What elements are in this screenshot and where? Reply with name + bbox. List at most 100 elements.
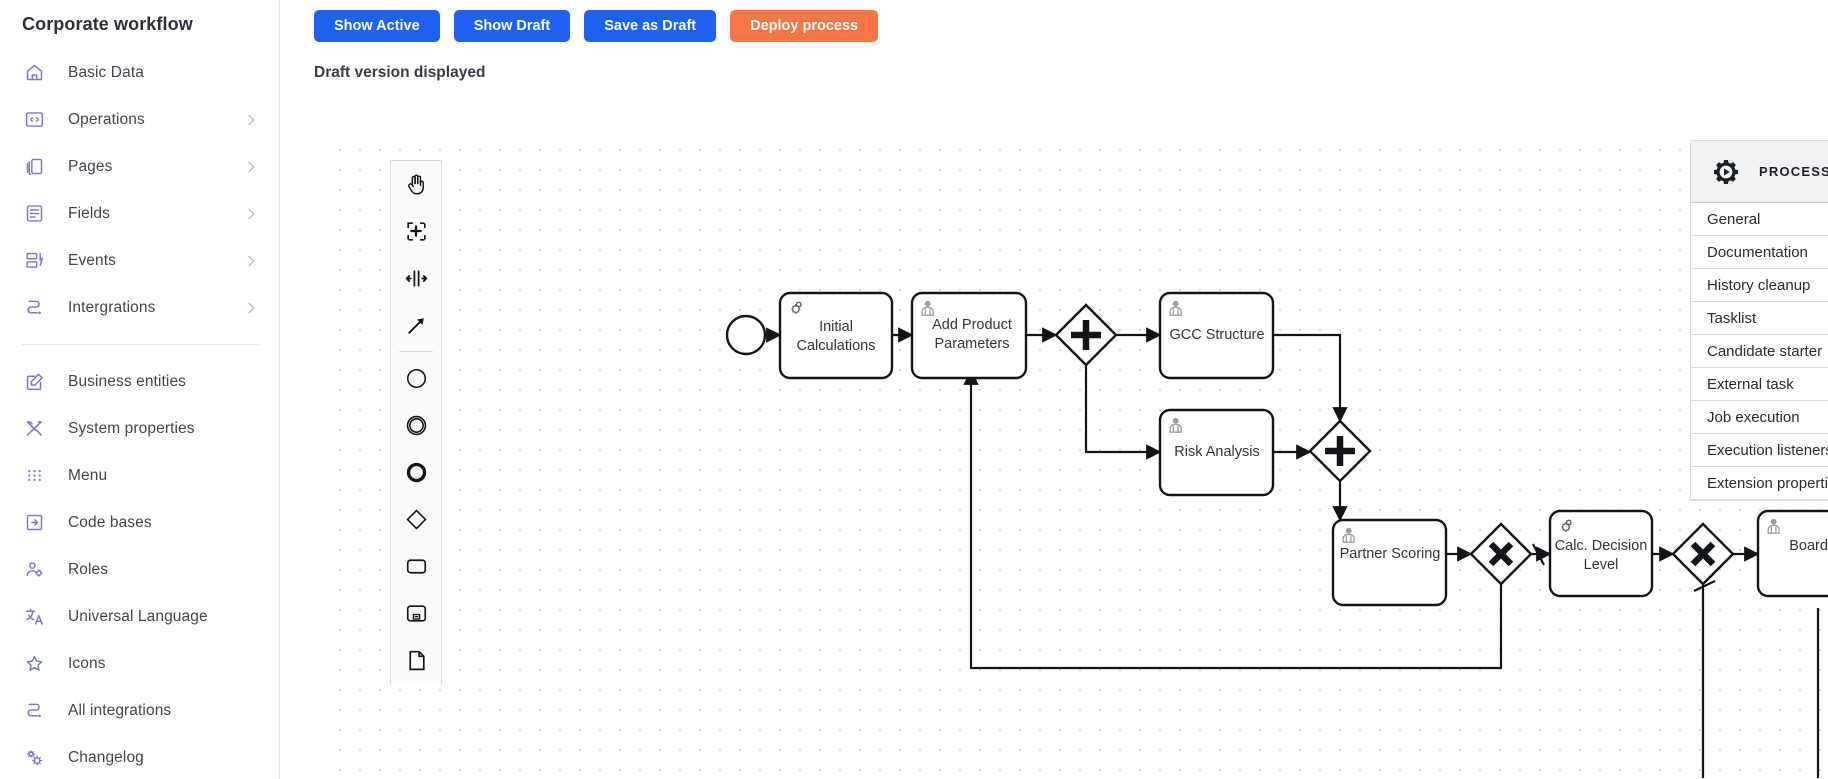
property-row-label: Job execution [1707, 408, 1800, 426]
sidebar-item-operations[interactable]: Operations [0, 96, 279, 143]
integration-icon [22, 296, 46, 320]
bpmn-node-start-event[interactable] [725, 314, 767, 356]
tools-icon [22, 417, 46, 441]
property-row-external-task[interactable]: External task [1691, 368, 1828, 401]
node-label: Calculations [797, 338, 876, 354]
property-row-label: History cleanup [1707, 276, 1811, 294]
properties-panel-title: PROCESS [1759, 164, 1828, 179]
sidebar-item-menu[interactable]: Menu [0, 452, 279, 499]
sidebar-item-label: Roles [68, 560, 109, 578]
integration-icon [22, 699, 46, 723]
bpmn-node-exclusive-gateway-2[interactable] [1671, 522, 1735, 586]
bpmn-node-parallel-gateway-join[interactable] [1308, 419, 1372, 483]
property-row-candidate-starter[interactable]: Candidate starter [1691, 335, 1828, 368]
connect-tool-icon[interactable] [391, 302, 441, 349]
app-root: Corporate workflow Basic Data Operations… [0, 0, 1828, 779]
bpmn-canvas[interactable]: Initial Calculations Add Product Paramet… [328, 138, 1828, 779]
save-as-draft-button[interactable]: Save as Draft [584, 10, 717, 42]
chevron-right-icon [243, 159, 259, 175]
sidebar-item-label: Icons [68, 654, 106, 672]
subprocess-icon[interactable] [391, 590, 441, 637]
bpmn-node-exclusive-gateway-1[interactable] [1469, 522, 1533, 586]
sidebar-item-label: Operations [68, 110, 145, 128]
node-label: Add Product [932, 317, 1012, 333]
sidebar-item-changelog[interactable]: Changelog [0, 734, 279, 779]
property-row-label: External task [1707, 375, 1794, 393]
node-label: Board A [1789, 538, 1828, 554]
events-icon [22, 249, 46, 273]
show-active-button[interactable]: Show Active [314, 10, 440, 42]
sidebar-item-label: Changelog [68, 748, 144, 766]
main-area: Show Active Show Draft Save as Draft Dep… [280, 0, 1828, 779]
property-row-documentation[interactable]: Documentation [1691, 236, 1828, 269]
sidebar-item-intergrations[interactable]: Intergrations [0, 284, 279, 331]
sidebar-item-label: Menu [68, 466, 108, 484]
property-row-history-cleanup[interactable]: History cleanup [1691, 269, 1828, 302]
node-label: Level [1584, 557, 1619, 573]
task-icon[interactable] [391, 543, 441, 590]
sidebar-item-basic-data[interactable]: Basic Data [0, 49, 279, 96]
property-row-tasklist[interactable]: Tasklist [1691, 302, 1828, 335]
edit-square-icon [22, 370, 46, 394]
chevron-right-icon [243, 112, 259, 128]
sidebar-item-system-properties[interactable]: System properties [0, 405, 279, 452]
sidebar-item-code-bases[interactable]: Code bases [0, 499, 279, 546]
property-row-label: General [1707, 210, 1761, 228]
show-draft-button[interactable]: Show Draft [453, 10, 571, 42]
flow-gwsplit-risk [1084, 365, 1162, 460]
chevron-right-icon [243, 206, 259, 222]
bpmn-diagram[interactable]: Initial Calculations Add Product Paramet… [328, 138, 1828, 778]
bpmn-node-parallel-gateway-split[interactable] [1054, 303, 1118, 367]
property-row-label: Execution listeners [1707, 441, 1828, 459]
sequence-flows [765, 327, 1820, 778]
sidebar-item-universal-language[interactable]: Universal Language [0, 593, 279, 640]
sidebar-item-events[interactable]: Events [0, 237, 279, 284]
sidebar-item-label: Code bases [68, 513, 152, 531]
property-row-job-execution[interactable]: Job execution [1691, 401, 1828, 434]
properties-panel: PROCESS General Documentation History cl… [1690, 140, 1828, 501]
sidebar-item-label: Fields [68, 204, 110, 222]
sidebar: Corporate workflow Basic Data Operations… [0, 0, 280, 779]
sidebar-item-pages[interactable]: Pages [0, 143, 279, 190]
space-tool-icon[interactable] [391, 255, 441, 302]
intermediate-event-icon[interactable] [391, 402, 441, 449]
sidebar-item-label: Intergrations [68, 298, 156, 316]
process-gear-icon [1711, 157, 1741, 187]
property-row-extension-properties[interactable]: Extension properties + [1691, 467, 1828, 500]
sidebar-item-business-entities[interactable]: Business entities [0, 358, 279, 405]
flow-gcc-gwjoin [1273, 333, 1348, 423]
gears-icon [22, 746, 46, 770]
sidebar-item-label: System properties [68, 419, 195, 437]
hand-tool-icon[interactable] [391, 161, 441, 208]
bpmn-node-gcc-structure[interactable]: GCC Structure [1158, 291, 1275, 380]
sidebar-item-icons[interactable]: Icons [0, 640, 279, 687]
status-text: Draft version displayed [314, 64, 486, 81]
bpmn-node-initial-calculations[interactable]: Initial Calculations [778, 291, 894, 380]
sidebar-item-label: Business entities [68, 372, 187, 390]
bpmn-node-board-a[interactable]: Board A [1756, 509, 1828, 598]
gateway-icon[interactable] [391, 496, 441, 543]
sidebar-item-roles[interactable]: Roles [0, 546, 279, 593]
bpmn-node-calc-decision-level[interactable]: Calc. Decision Level [1548, 509, 1654, 598]
data-object-icon[interactable] [391, 637, 441, 684]
start-event-icon[interactable] [391, 355, 441, 402]
lasso-tool-icon[interactable] [391, 208, 441, 255]
sidebar-item-fields[interactable]: Fields [0, 190, 279, 237]
properties-panel-header: PROCESS [1691, 141, 1828, 203]
property-row-execution-listeners[interactable]: Execution listeners + [1691, 434, 1828, 467]
code-icon [22, 108, 46, 132]
property-row-general[interactable]: General [1691, 203, 1828, 236]
bpmn-node-risk-analysis[interactable]: Risk Analysis [1158, 408, 1275, 497]
node-label: GCC Structure [1169, 327, 1264, 343]
deploy-process-button[interactable]: Deploy process [730, 10, 879, 42]
translate-icon [22, 605, 46, 629]
chevron-right-icon [243, 253, 259, 269]
code-base-icon [22, 511, 46, 535]
sidebar-title: Corporate workflow [22, 14, 193, 34]
end-event-icon[interactable] [391, 449, 441, 496]
bpmn-node-partner-scoring[interactable]: Partner Scoring [1331, 518, 1448, 607]
node-label: Risk Analysis [1174, 444, 1259, 460]
chevron-right-icon [243, 300, 259, 316]
bpmn-node-add-product-parameters[interactable]: Add Product Parameters [910, 291, 1028, 380]
sidebar-item-all-integrations[interactable]: All integrations [0, 687, 279, 734]
